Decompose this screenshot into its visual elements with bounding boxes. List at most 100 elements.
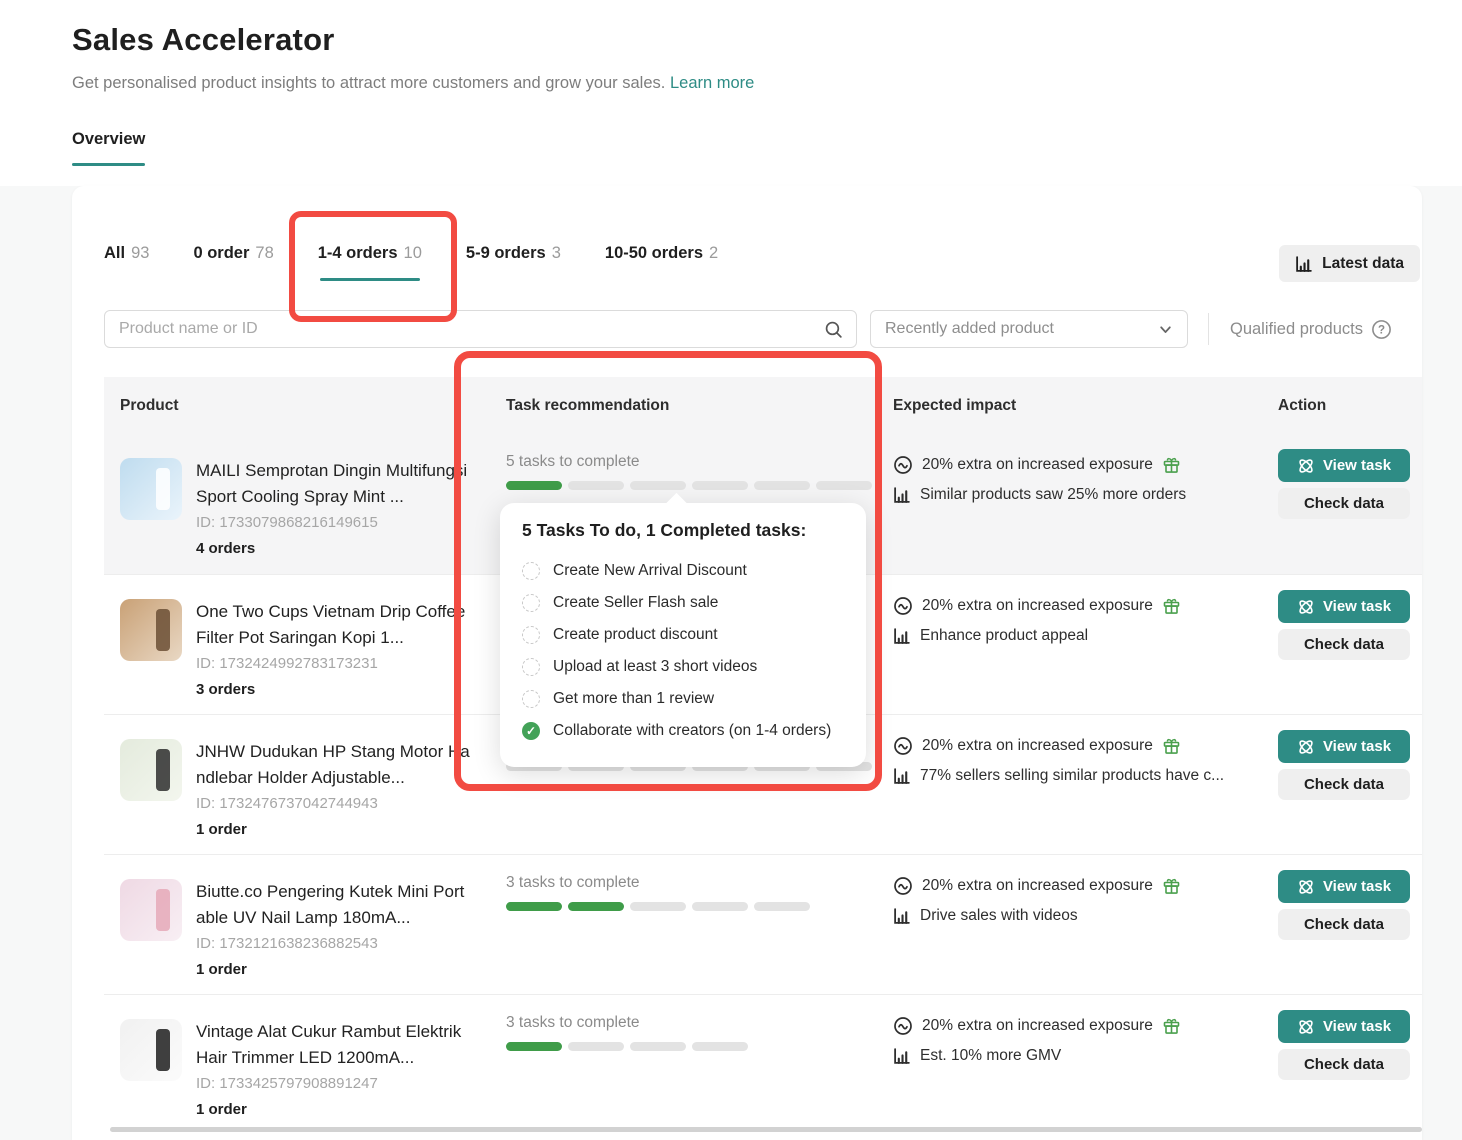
task-pending-circle-icon	[522, 562, 540, 580]
product-image-shape	[156, 468, 170, 510]
filter-tab-10-50-orders[interactable]: 10-50 orders2	[605, 244, 718, 281]
progress-segment	[630, 481, 686, 490]
impact-detail-text: Similar products saw 25% more orders	[920, 486, 1186, 504]
task-count-label: 5 tasks to complete	[506, 453, 893, 472]
task-orbit-icon	[1297, 738, 1315, 756]
product-thumbnail[interactable]	[120, 599, 182, 661]
product-id: ID: 1733425797908891247	[196, 1075, 472, 1092]
gift-icon	[1162, 597, 1181, 616]
task-orbit-icon	[1297, 598, 1315, 616]
check-data-button[interactable]: Check data	[1278, 629, 1410, 660]
column-header-action: Action	[1278, 397, 1422, 415]
filter-tab-all[interactable]: All93	[104, 244, 149, 281]
gift-icon	[1162, 737, 1181, 756]
gift-icon	[1162, 877, 1181, 896]
view-task-button[interactable]: View task	[1278, 870, 1410, 903]
tooltip-task-label: Create Seller Flash sale	[553, 594, 718, 612]
impact-exposure-text: 20% extra on increased exposure	[922, 877, 1153, 895]
view-task-button[interactable]: View task	[1278, 590, 1410, 623]
view-task-button[interactable]: View task	[1278, 730, 1410, 763]
tab-overview[interactable]: Overview	[72, 130, 145, 166]
product-thumbnail[interactable]	[120, 1019, 182, 1081]
gift-icon	[1162, 456, 1181, 475]
product-thumbnail[interactable]	[120, 879, 182, 941]
table-header-row: Product Task recommendation Expected imp…	[104, 377, 1422, 434]
product-id: ID: 1733079868216149615	[196, 514, 472, 531]
tooltip-task-label: Collaborate with creators (on 1-4 orders…	[553, 722, 831, 740]
product-name[interactable]: One Two Cups Vietnam Drip Coffee Filter …	[196, 599, 472, 651]
view-task-button[interactable]: View task	[1278, 1010, 1410, 1043]
learn-more-link[interactable]: Learn more	[670, 74, 754, 92]
progress-segment	[692, 481, 748, 490]
product-name[interactable]: Vintage Alat Cukur Rambut Elektrik Hair …	[196, 1019, 472, 1071]
progress-segment	[754, 481, 810, 490]
progress-segment	[816, 481, 872, 490]
bar-chart-icon	[893, 486, 911, 504]
progress-segment-done	[506, 1042, 562, 1051]
tooltip-task-item: Create product discount	[522, 619, 844, 651]
check-data-button[interactable]: Check data	[1278, 909, 1410, 940]
progress-segment	[568, 481, 624, 490]
bar-chart-icon	[893, 627, 911, 645]
task-count-label: 3 tasks to complete	[506, 874, 893, 893]
filter-tab-5-9-orders[interactable]: 5-9 orders3	[466, 244, 561, 281]
page-header: Sales Accelerator Get personalised produ…	[0, 0, 1462, 186]
view-task-button[interactable]: View task	[1278, 449, 1410, 482]
gift-icon	[1162, 1017, 1181, 1036]
svg-text:?: ?	[1378, 324, 1385, 336]
tooltip-task-label: Get more than 1 review	[553, 690, 714, 708]
order-filter-tabs: All93 0 order78 1-4 orders10 5-9 orders3 10-…	[104, 244, 718, 281]
horizontal-scrollbar[interactable]	[110, 1127, 1422, 1132]
product-name[interactable]: MAILI Semprotan Dingin Multifungsi Sport…	[196, 458, 472, 510]
task-orbit-icon	[1297, 878, 1315, 896]
task-tooltip: 5 Tasks To do, 1 Completed tasks: Create…	[500, 503, 866, 767]
product-name[interactable]: Biutte.co Pengering Kutek Mini Portable …	[196, 879, 472, 931]
impact-detail-text: Drive sales with videos	[920, 907, 1078, 925]
task-orbit-icon	[1297, 457, 1315, 475]
qualified-products-link[interactable]: Qualified products ?	[1208, 313, 1392, 345]
product-thumbnail[interactable]	[120, 739, 182, 801]
filter-tab-1-4-orders[interactable]: 1-4 orders10	[318, 244, 422, 281]
check-data-button[interactable]: Check data	[1278, 1049, 1410, 1080]
tooltip-task-list: Create New Arrival DiscountCreate Seller…	[522, 555, 844, 747]
filter-tab-0-order[interactable]: 0 order78	[193, 244, 273, 281]
exposure-boost-icon	[893, 1016, 913, 1036]
progress-segment	[754, 902, 810, 911]
table-row: Vintage Alat Cukur Rambut Elektrik Hair …	[104, 994, 1422, 1134]
product-id: ID: 1732121638236882543	[196, 935, 472, 952]
task-count-label: 3 tasks to complete	[506, 1014, 893, 1033]
check-data-button[interactable]: Check data	[1278, 769, 1410, 800]
impact-detail-text: Est. 10% more GMV	[920, 1047, 1061, 1065]
product-id: ID: 1732424992783173231	[196, 655, 472, 672]
progress-segment-done	[568, 902, 624, 911]
impact-exposure-text: 20% extra on increased exposure	[922, 456, 1153, 474]
question-circle-icon: ?	[1371, 319, 1392, 340]
check-data-button[interactable]: Check data	[1278, 488, 1410, 519]
tooltip-task-item: Upload at least 3 short videos	[522, 651, 844, 683]
product-order-count: 1 order	[196, 1101, 472, 1118]
task-pending-circle-icon	[522, 690, 540, 708]
exposure-boost-icon	[893, 596, 913, 616]
task-completed-check-icon	[522, 722, 540, 740]
sort-dropdown[interactable]: Recently added product	[870, 310, 1188, 348]
task-orbit-icon	[1297, 1018, 1315, 1036]
search-input[interactable]	[119, 311, 809, 347]
impact-exposure-text: 20% extra on increased exposure	[922, 737, 1153, 755]
product-name[interactable]: JNHW Dudukan HP Stang Motor Handlebar Ho…	[196, 739, 472, 791]
product-order-count: 3 orders	[196, 681, 472, 698]
latest-data-button[interactable]: Latest data	[1279, 245, 1420, 282]
task-progress-bar	[506, 902, 893, 911]
product-order-count: 1 order	[196, 961, 472, 978]
product-thumbnail[interactable]	[120, 458, 182, 520]
product-image-shape	[156, 1029, 170, 1071]
tooltip-task-label: Create product discount	[553, 626, 718, 644]
task-progress-bar	[506, 481, 893, 490]
bar-chart-icon	[893, 1047, 911, 1065]
product-image-shape	[156, 749, 170, 791]
exposure-boost-icon	[893, 736, 913, 756]
tooltip-task-item: Get more than 1 review	[522, 683, 844, 715]
progress-segment	[692, 902, 748, 911]
tooltip-task-item: Create Seller Flash sale	[522, 587, 844, 619]
column-header-task: Task recommendation	[506, 397, 893, 415]
product-id: ID: 1732476737042744943	[196, 795, 472, 812]
